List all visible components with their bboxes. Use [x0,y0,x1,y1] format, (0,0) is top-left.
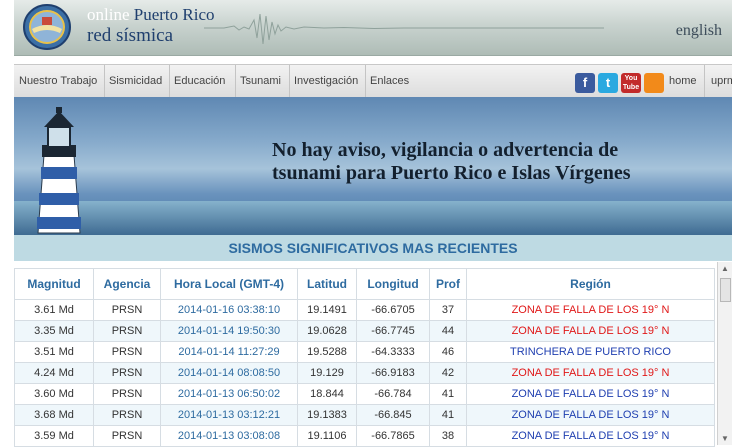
earthquake-table: Magnitud Agencia Hora Local (GMT-4) Lati… [14,268,715,447]
table-row: 3.68 Md PRSN 2014-01-13 03:12:21 19.1383 -66… [14,404,715,426]
row-region-link[interactable]: ZONA DE FALLA DE LOS 19° N [466,320,715,342]
row-region-link[interactable]: ZONA DE FALLA DE LOS 19° N [466,404,715,426]
sea-graphic [14,201,732,235]
table-header-row: Magnitud Agencia Hora Local (GMT-4) Lati… [14,268,715,300]
row-hora-link[interactable]: 2014-01-13 03:08:08 [160,425,298,447]
university-seal-icon[interactable] [22,3,72,51]
nav-item-educacion[interactable]: Educación [169,65,236,98]
row-hora-link[interactable]: 2014-01-13 06:50:02 [160,383,298,405]
row-agencia: PRSN [93,425,161,447]
rss-icon[interactable]: rss [644,73,664,93]
row-longitud: -66.7745 [356,320,430,342]
row-magnitud: 3.61 Md [14,299,94,321]
table-row: 3.35 Md PRSN 2014-01-14 19:50:30 19.0628 -66… [14,320,715,342]
row-agencia: PRSN [93,320,161,342]
row-longitud: -66.845 [356,404,430,426]
nav-item-tsunami[interactable]: Tsunami [235,65,290,98]
facebook-icon[interactable]: f [575,73,595,93]
row-magnitud: 3.68 Md [14,404,94,426]
row-latitud: 19.5288 [297,341,357,363]
main-nav: Nuestro Trabajo Sismicidad Educación Tsu… [14,64,732,99]
row-region-link[interactable]: ZONA DE FALLA DE LOS 19° N [466,425,715,447]
brand-line-1: online Puerto Rico [87,5,215,25]
row-prof: 41 [429,383,467,405]
row-latitud: 19.1383 [297,404,357,426]
brand-puerto-rico: Puerto Rico [133,5,215,24]
col-prof[interactable]: Prof [429,268,467,300]
language-link[interactable]: english [676,22,722,40]
row-latitud: 19.129 [297,362,357,384]
row-agencia: PRSN [93,341,161,363]
row-region-link[interactable]: TRINCHERA DE PUERTO RICO [466,341,715,363]
row-latitud: 18.844 [297,383,357,405]
scrollbar-thumb[interactable] [720,278,731,302]
tsunami-status-message: No hay aviso, vigilancia o advertencia d… [272,139,722,185]
row-prof: 41 [429,404,467,426]
row-hora-link[interactable]: 2014-01-14 08:08:50 [160,362,298,384]
row-longitud: -66.784 [356,383,430,405]
recent-quakes-title: SISMOS SIGNIFICATIVOS MAS RECIENTES [14,235,732,261]
nav-uprm-link[interactable]: uprm.edu [704,65,732,98]
row-prof: 46 [429,341,467,363]
youtube-icon[interactable]: You Tube [621,73,641,93]
col-agencia[interactable]: Agencia [93,268,161,300]
row-hora-link[interactable]: 2014-01-14 19:50:30 [160,320,298,342]
row-magnitud: 3.59 Md [14,425,94,447]
row-hora-link[interactable]: 2014-01-14 11:27:29 [160,341,298,363]
table-row: 3.59 Md PRSN 2014-01-13 03:08:08 19.1106 -66… [14,425,715,447]
row-longitud: -66.7865 [356,425,430,447]
col-hora-local[interactable]: Hora Local (GMT-4) [160,268,298,300]
row-prof: 44 [429,320,467,342]
scroll-up-arrow-icon[interactable]: ▲ [721,264,729,273]
row-magnitud: 3.35 Md [14,320,94,342]
table-row: 3.61 Md PRSN 2014-01-16 03:38:10 19.1491 -66… [14,299,715,321]
twitter-icon[interactable]: t [598,73,618,93]
row-agencia: PRSN [93,404,161,426]
row-hora-link[interactable]: 2014-01-16 03:38:10 [160,299,298,321]
row-agencia: PRSN [93,383,161,405]
nav-item-investigacion[interactable]: Investigación [289,65,366,98]
col-longitud[interactable]: Longitud [356,268,430,300]
row-longitud: -64.3333 [356,341,430,363]
scroll-down-arrow-icon[interactable]: ▼ [721,434,729,443]
row-hora-link[interactable]: 2014-01-13 03:12:21 [160,404,298,426]
table-scrollbar[interactable]: ▲ ▼ [717,262,732,445]
nav-item-nuestro-trabajo[interactable]: Nuestro Trabajo [14,65,105,98]
site-header: online Puerto Rico red sísmica english [14,0,732,56]
row-latitud: 19.1491 [297,299,357,321]
row-region-link[interactable]: ZONA DE FALLA DE LOS 19° N [466,383,715,405]
nav-item-sismicidad[interactable]: Sismicidad [104,65,170,98]
row-longitud: -66.9183 [356,362,430,384]
table-row: 3.51 Md PRSN 2014-01-14 11:27:29 19.5288 -64… [14,341,715,363]
row-magnitud: 3.60 Md [14,383,94,405]
lighthouse-icon [37,107,81,234]
row-prof: 42 [429,362,467,384]
nav-item-enlaces[interactable]: Enlaces [365,65,417,98]
row-prof: 38 [429,425,467,447]
row-latitud: 19.0628 [297,320,357,342]
brand-line-2: red sísmica [87,25,174,46]
brand-online: online [87,5,130,24]
table-row: 4.24 Md PRSN 2014-01-14 08:08:50 19.129 -66.… [14,362,715,384]
nav-home-link[interactable]: home [669,65,697,98]
row-latitud: 19.1106 [297,425,357,447]
row-region-link[interactable]: ZONA DE FALLA DE LOS 19° N [466,299,715,321]
row-agencia: PRSN [93,299,161,321]
row-prof: 37 [429,299,467,321]
row-magnitud: 4.24 Md [14,362,94,384]
col-magnitud[interactable]: Magnitud [14,268,94,300]
tsunami-status-line-1: No hay aviso, vigilancia o advertencia d… [272,139,619,161]
col-region[interactable]: Región [466,268,715,300]
row-agencia: PRSN [93,362,161,384]
table-row: 3.60 Md PRSN 2014-01-13 06:50:02 18.844 -66.… [14,383,715,405]
row-magnitud: 3.51 Md [14,341,94,363]
row-longitud: -66.6705 [356,299,430,321]
col-latitud[interactable]: Latitud [297,268,357,300]
tsunami-banner: No hay aviso, vigilancia o advertencia d… [14,97,732,235]
tsunami-status-line-2: tsunami para Puerto Rico e Islas Vírgene… [272,162,631,184]
row-region-link[interactable]: ZONA DE FALLA DE LOS 19° N [466,362,715,384]
seismogram-graphic [204,13,604,45]
